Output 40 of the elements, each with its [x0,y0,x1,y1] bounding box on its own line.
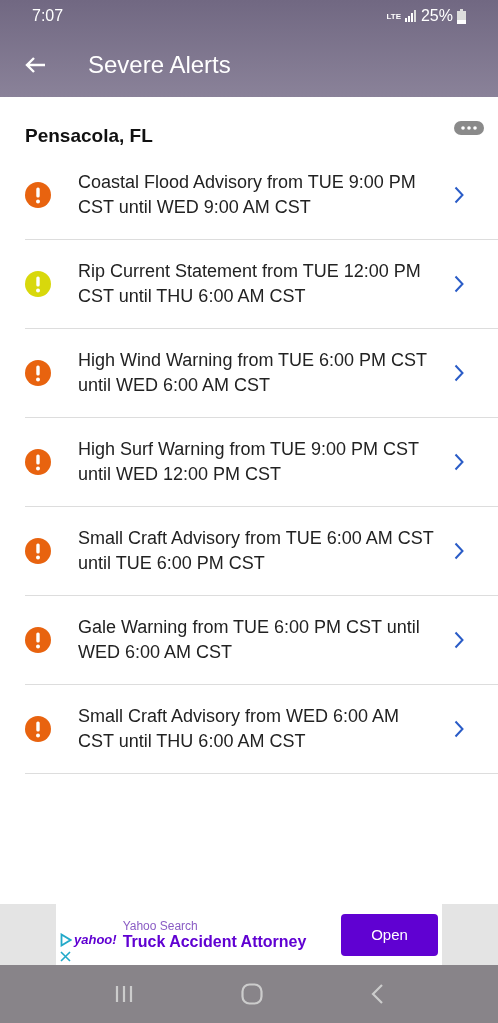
ad-sponsor: Yahoo Search [122,918,199,933]
screen-title: Severe Alerts [88,50,231,79]
chevron-icon [454,364,464,382]
chevron-icon [454,275,464,293]
alert-item[interactable]: Rip Current Statement from TUE 12:00 PM CST until THU 6:00 AM CST [25,240,498,329]
chevron-icon [454,720,464,738]
alert-text: High Wind Warning from TUE 6:00 PM CST until WED 6:00 AM CST [78,349,428,397]
chevron-icon [454,453,464,471]
chevron-icon [454,186,464,204]
alert-item[interactable]: Small Craft Advisory from TUE 6:00 AM CST until TUE 6:00 PM CST [25,507,498,596]
back-arrow-icon[interactable] [24,55,46,74]
home-icon[interactable] [241,983,263,1005]
battery-icon [457,8,466,24]
open-button[interactable]: Open [341,913,438,956]
alert-text: Small Craft Advisory from TUE 6:00 AM CST until TUE 6:00 PM CST [78,527,435,575]
alert-text: High Surf Warning from TUE 9:00 PM CST until WED 12:00 PM CST [78,438,420,486]
alert-item[interactable]: High Wind Warning from TUE 6:00 PM CST until WED 6:00 AM CST [25,329,498,418]
chevron-icon [454,542,464,560]
more-icon[interactable] [454,121,484,135]
ad-choices-icon[interactable] [60,932,72,947]
battery-percent: 25% [420,7,453,25]
chevron-icon [454,631,464,649]
alert-item[interactable]: High Surf Warning from TUE 9:00 PM CST until WED 12:00 PM CST [25,418,498,507]
ad-banner[interactable]: yahoo! Yahoo Search Truck Accident Attorney Open [56,904,442,965]
signal-icon [404,10,417,22]
alert-text: Gale Warning from TUE 6:00 PM CST until WED 6:00 AM CST [78,616,421,664]
alert-item[interactable]: Small Craft Advisory from WED 6:00 AM CST until THU 6:00 AM CST [25,685,498,774]
close-icon[interactable] [60,951,71,962]
network-label: LTE [386,11,401,21]
alert-item[interactable]: Gale Warning from TUE 6:00 PM CST until WED 6:00 AM CST [25,596,498,685]
status-time: 7:07 [32,7,64,25]
recent-apps-icon[interactable] [113,984,134,1004]
ad-headline: Truck Accident Attorney [122,932,308,951]
yahoo-logo: yahoo! [74,932,117,947]
alert-text: Rip Current Statement from TUE 12:00 PM CST until THU 6:00 AM CST [78,260,422,308]
back-icon[interactable] [370,983,385,1005]
alert-item[interactable]: Coastal Flood Advisory from TUE 9:00 PM CST until WED 9:00 AM CST [25,151,498,240]
alert-text: Small Craft Advisory from WED 6:00 AM CST until THU 6:00 AM CST [78,705,401,753]
alert-text: Coastal Flood Advisory from TUE 9:00 PM CST until WED 9:00 AM CST [78,171,417,219]
location-name: Pensacola, FL [25,125,153,147]
